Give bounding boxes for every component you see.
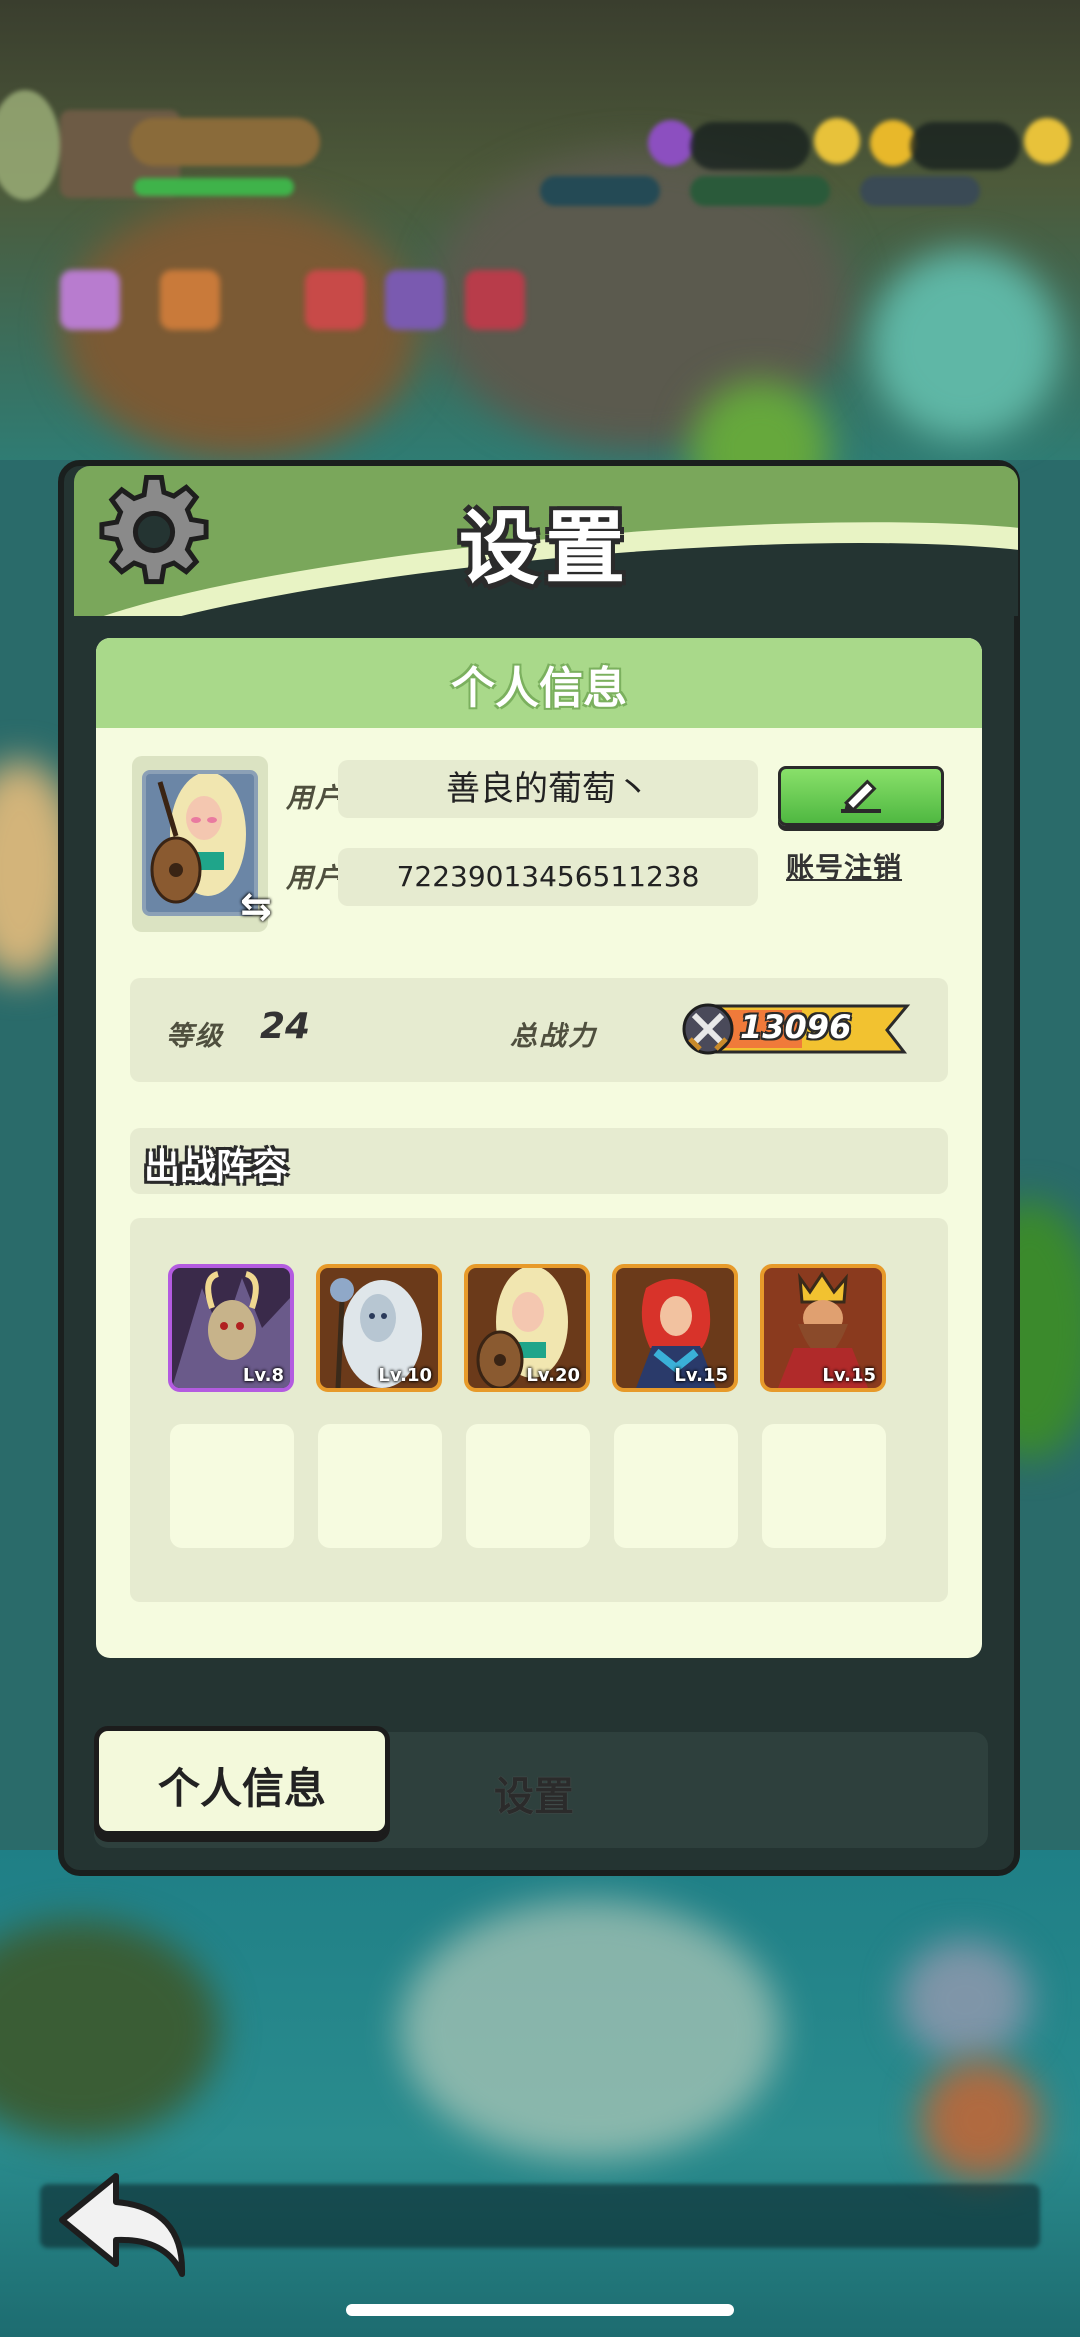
hero-level: Lv.8: [242, 1365, 284, 1386]
personal-info-panel: 个人信息 ⇆ 用户昵称 善良的葡萄丶: [96, 638, 982, 1658]
level-value: 24: [260, 1006, 311, 1047]
home-indicator: [346, 2304, 734, 2316]
power-label: 总战力: [510, 1021, 597, 1052]
account-cancel-link[interactable]: 账号注销: [786, 846, 902, 886]
hero-slot-5[interactable]: Lv.15: [760, 1264, 886, 1392]
lineup-header: 出战阵容: [130, 1128, 948, 1194]
empty-hero-slot[interactable]: [170, 1424, 294, 1548]
level-label: 等级: [166, 1021, 224, 1052]
power-badge: 13096: [682, 1000, 912, 1058]
hero-level: Lv.20: [526, 1365, 580, 1386]
hero-slot-3[interactable]: Lv.20: [464, 1264, 590, 1392]
back-arrow-icon[interactable]: [56, 2168, 196, 2278]
swap-icon[interactable]: ⇆: [240, 884, 272, 928]
avatar[interactable]: ⇆: [132, 756, 272, 932]
dialog-title: 设置: [459, 502, 631, 595]
hero-slot-4[interactable]: Lv.15: [612, 1264, 738, 1392]
dialog-tabs: 个人信息 设置: [94, 1726, 988, 1848]
empty-hero-slot[interactable]: [466, 1424, 590, 1548]
lineup-title: 出战阵容: [144, 1147, 289, 1188]
edit-nickname-button[interactable]: [778, 766, 944, 826]
hero-slot-2[interactable]: Lv.10: [316, 1264, 442, 1392]
panel-title: 个人信息: [451, 663, 627, 714]
nickname-field: 善良的葡萄丶: [338, 760, 758, 818]
tab-settings[interactable]: 设置: [494, 1764, 574, 1822]
empty-hero-slot[interactable]: [318, 1424, 442, 1548]
stats-bar: 等级 24 总战力 13096: [130, 978, 948, 1082]
top-hud: [0, 90, 1080, 210]
settings-dialog: 设置 个人信息 ⇆ 用户昵称 善良的葡萄丶: [58, 460, 1020, 1876]
lineup-grid: Lv.8 Lv.10 Lv.20 Lv.15 Lv.15: [130, 1218, 948, 1602]
crossed-swords-icon: [688, 1012, 728, 1051]
pencil-icon: [841, 779, 881, 813]
hero-level: Lv.15: [822, 1365, 876, 1386]
hero-slot-1[interactable]: Lv.8: [168, 1264, 294, 1392]
empty-hero-slot[interactable]: [762, 1424, 886, 1548]
tab-personal-info[interactable]: 个人信息: [94, 1726, 390, 1836]
hero-level: Lv.10: [378, 1365, 432, 1386]
power-value: 13096: [740, 1008, 852, 1046]
hero-level: Lv.15: [674, 1365, 728, 1386]
empty-hero-slot[interactable]: [614, 1424, 738, 1548]
user-id-field: 72239013456511238: [338, 848, 758, 906]
